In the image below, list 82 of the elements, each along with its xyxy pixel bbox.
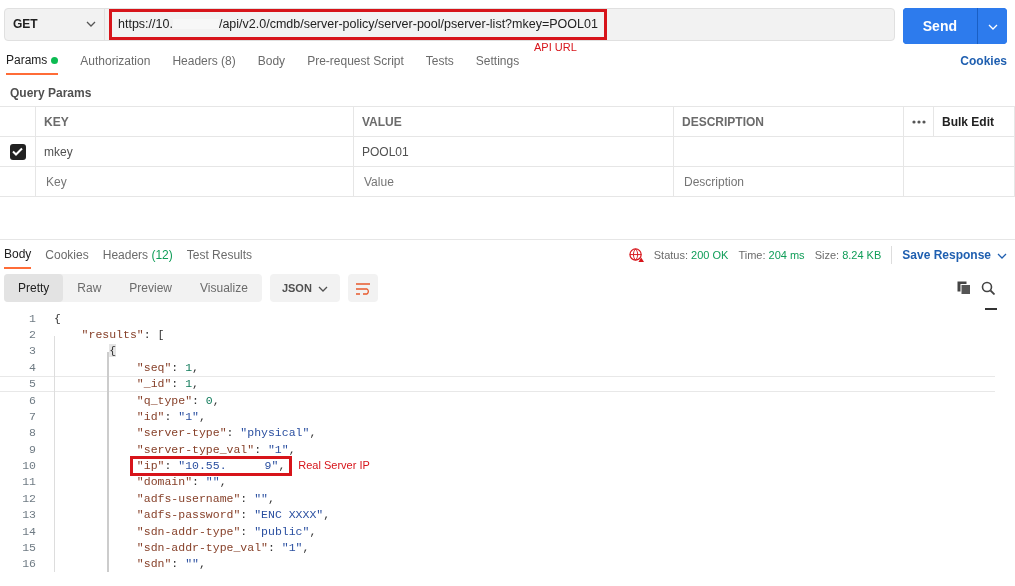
- bulk-edit-button[interactable]: Bulk Edit: [942, 112, 994, 131]
- caret-icon: [317, 285, 328, 292]
- request-tab[interactable]: Settings: [475, 48, 520, 74]
- table-cell-text: POOL01: [362, 143, 409, 161]
- status-text: Size: 8.24 KB: [814, 247, 882, 263]
- response-tab[interactable]: Headers (12): [102, 241, 173, 269]
- code-text: "seq": 1,: [136, 359, 199, 376]
- column-header: DESCRIPTION: [674, 107, 904, 137]
- section-title: Query Params: [9, 85, 93, 102]
- status-text: Time: 204 ms: [738, 247, 805, 263]
- code-text: {: [109, 343, 117, 360]
- caret-icon: [997, 252, 1007, 259]
- line-number: 3: [28, 343, 36, 360]
- request-tab[interactable]: Tests: [425, 48, 454, 74]
- code-text: "server-type_val": "1",: [136, 441, 296, 458]
- caret-icon: [86, 21, 96, 28]
- more-icon: [911, 119, 926, 124]
- code-text: "q_type": 0,: [136, 392, 220, 409]
- search-icon[interactable]: [981, 281, 995, 295]
- method-dropdown[interactable]: GET: [5, 9, 105, 40]
- annotation-label: API URL: [534, 40, 578, 53]
- response-tab[interactable]: Body: [4, 241, 32, 269]
- response-tab[interactable]: Cookies: [45, 241, 89, 269]
- url-field[interactable]: https://10. /api/v2.0/cmdb/server-policy/server-pool/pserver-list?mkey=POOL01: [109, 9, 607, 40]
- input-field[interactable]: Key: [44, 171, 345, 192]
- line-number: 13: [21, 507, 36, 524]
- table-cell-text: mkey: [44, 143, 73, 161]
- input-field[interactable]: Description: [682, 171, 895, 192]
- code-text: "results": [: [81, 326, 165, 343]
- line-number: 12: [21, 490, 36, 507]
- annotation-label: Real Server IP: [298, 458, 370, 474]
- line-number: 11: [21, 474, 36, 491]
- wrap-icon: [354, 282, 371, 295]
- line-number: 15: [21, 540, 36, 557]
- line-number: 5: [28, 376, 36, 393]
- view-mode-tab[interactable]: Pretty: [4, 274, 64, 302]
- column-header: KEY: [36, 107, 354, 137]
- checkbox[interactable]: [9, 143, 26, 160]
- code-text: "id": "1",: [136, 408, 206, 425]
- code-text: {: [54, 310, 61, 327]
- caret-icon: [987, 23, 998, 30]
- view-mode-tab[interactable]: Raw: [63, 274, 116, 302]
- line-number: 6: [28, 392, 36, 409]
- request-tab[interactable]: Body: [257, 48, 286, 74]
- code-text: "ip": "10.55. 9",: [136, 458, 286, 475]
- wrap-button[interactable]: [347, 274, 378, 302]
- code-text: "sdn-addr-type_val": "1",: [136, 540, 310, 557]
- line-number: 2: [28, 326, 36, 343]
- request-tab[interactable]: Params: [6, 47, 59, 75]
- cookies-link[interactable]: Cookies: [960, 52, 1007, 70]
- line-number: 14: [21, 523, 36, 540]
- method-label: GET: [13, 16, 38, 34]
- send-button[interactable]: Send: [902, 8, 977, 44]
- column-header: VALUE: [354, 107, 674, 137]
- format-dropdown[interactable]: JSON: [269, 274, 340, 302]
- request-tab[interactable]: Headers (8): [172, 48, 236, 74]
- line-number: 10: [21, 458, 36, 475]
- line-number: 16: [21, 556, 36, 573]
- send-options-button[interactable]: [977, 8, 1007, 44]
- save-response-button[interactable]: Save Response: [891, 246, 1007, 264]
- view-mode-tab[interactable]: Preview: [115, 274, 187, 302]
- globe-icon: [628, 247, 644, 263]
- code-text: "_id": 1,: [136, 376, 199, 393]
- line-number: 4: [28, 359, 36, 376]
- scrollbar-thumb[interactable]: [985, 308, 997, 310]
- code-text: "sdn": "",: [136, 556, 206, 573]
- copy-icon[interactable]: [957, 281, 971, 295]
- request-tab[interactable]: Pre-request Script: [307, 48, 404, 74]
- line-number: 1: [28, 310, 36, 327]
- request-tab[interactable]: Authorization: [80, 48, 151, 74]
- view-mode-tab[interactable]: Visualize: [186, 274, 262, 302]
- code-text: "domain": "",: [136, 474, 227, 491]
- response-tab[interactable]: Test Results: [186, 241, 253, 269]
- line-number: 7: [28, 408, 36, 425]
- code-text: "adfs-username": "",: [136, 490, 275, 507]
- code-text: "adfs-password": "ENC XXXX",: [136, 507, 331, 524]
- line-number: 9: [28, 441, 36, 458]
- line-number: 8: [28, 425, 36, 442]
- code-text: "sdn-addr-type": "public",: [136, 523, 317, 540]
- code-text: "server-type": "physical",: [136, 425, 317, 442]
- input-field[interactable]: Value: [362, 171, 665, 192]
- status-text: Status: 200 OK: [653, 247, 729, 263]
